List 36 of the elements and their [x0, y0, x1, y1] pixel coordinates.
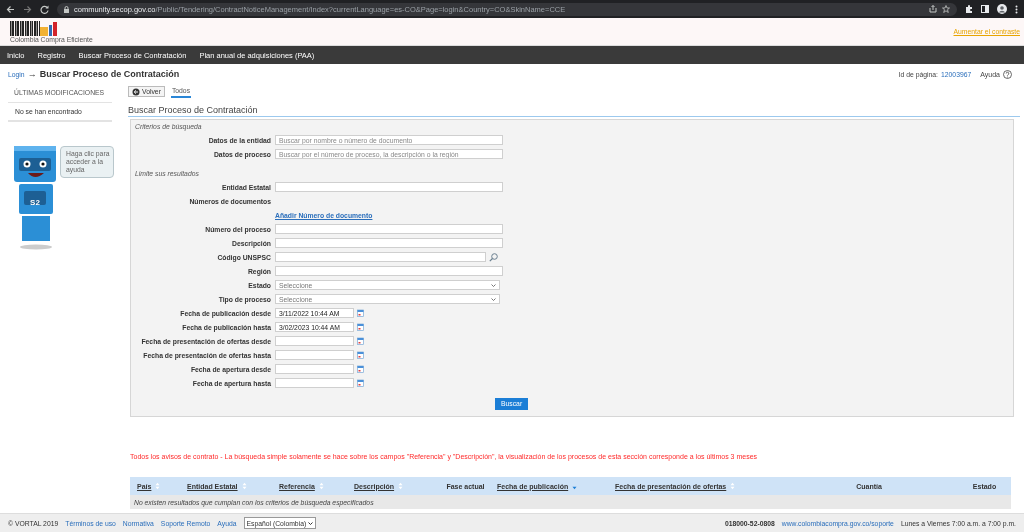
caret-icon: [308, 521, 314, 525]
back-icon[interactable]: [6, 4, 15, 14]
caret-icon: [491, 297, 496, 301]
calendar-icon[interactable]: [357, 379, 364, 387]
date-field[interactable]: [275, 350, 354, 360]
calendar-icon[interactable]: [357, 351, 364, 359]
puzzle-icon[interactable]: [965, 5, 973, 13]
caret-icon: [491, 283, 496, 287]
date-field[interactable]: [275, 364, 354, 374]
calendar-icon[interactable]: [357, 323, 364, 331]
menu-icon[interactable]: [1015, 4, 1018, 14]
back-circle-icon: [132, 87, 140, 96]
text-field[interactable]: [275, 266, 503, 276]
calendar-icon[interactable]: [357, 337, 364, 345]
section-title: Buscar Proceso de Contratación: [128, 105, 1020, 117]
text-field[interactable]: [275, 182, 503, 192]
page-title: Buscar Proceso de Contratación: [39, 69, 180, 79]
badge-label: S2: [29, 198, 41, 207]
search-icon[interactable]: [489, 252, 498, 262]
calendar-icon[interactable]: [357, 365, 364, 373]
breadcrumb-arrow: →: [27, 69, 37, 79]
text-field[interactable]: [275, 252, 486, 262]
text-field[interactable]: [275, 224, 503, 234]
help-icon[interactable]: [1003, 69, 1012, 79]
reload-icon[interactable]: [40, 4, 49, 14]
date-field[interactable]: [275, 378, 354, 388]
sidebar-icon[interactable]: [981, 5, 989, 13]
avatar-icon[interactable]: [997, 4, 1007, 14]
date-field[interactable]: [275, 336, 354, 346]
share-icon[interactable]: [929, 5, 937, 13]
calendar-icon[interactable]: [357, 309, 364, 317]
forward-icon[interactable]: [23, 4, 32, 14]
text-field[interactable]: [275, 238, 503, 248]
lock-icon: [64, 5, 69, 13]
logo-icon[interactable]: [10, 20, 58, 36]
star-icon[interactable]: [942, 5, 950, 13]
